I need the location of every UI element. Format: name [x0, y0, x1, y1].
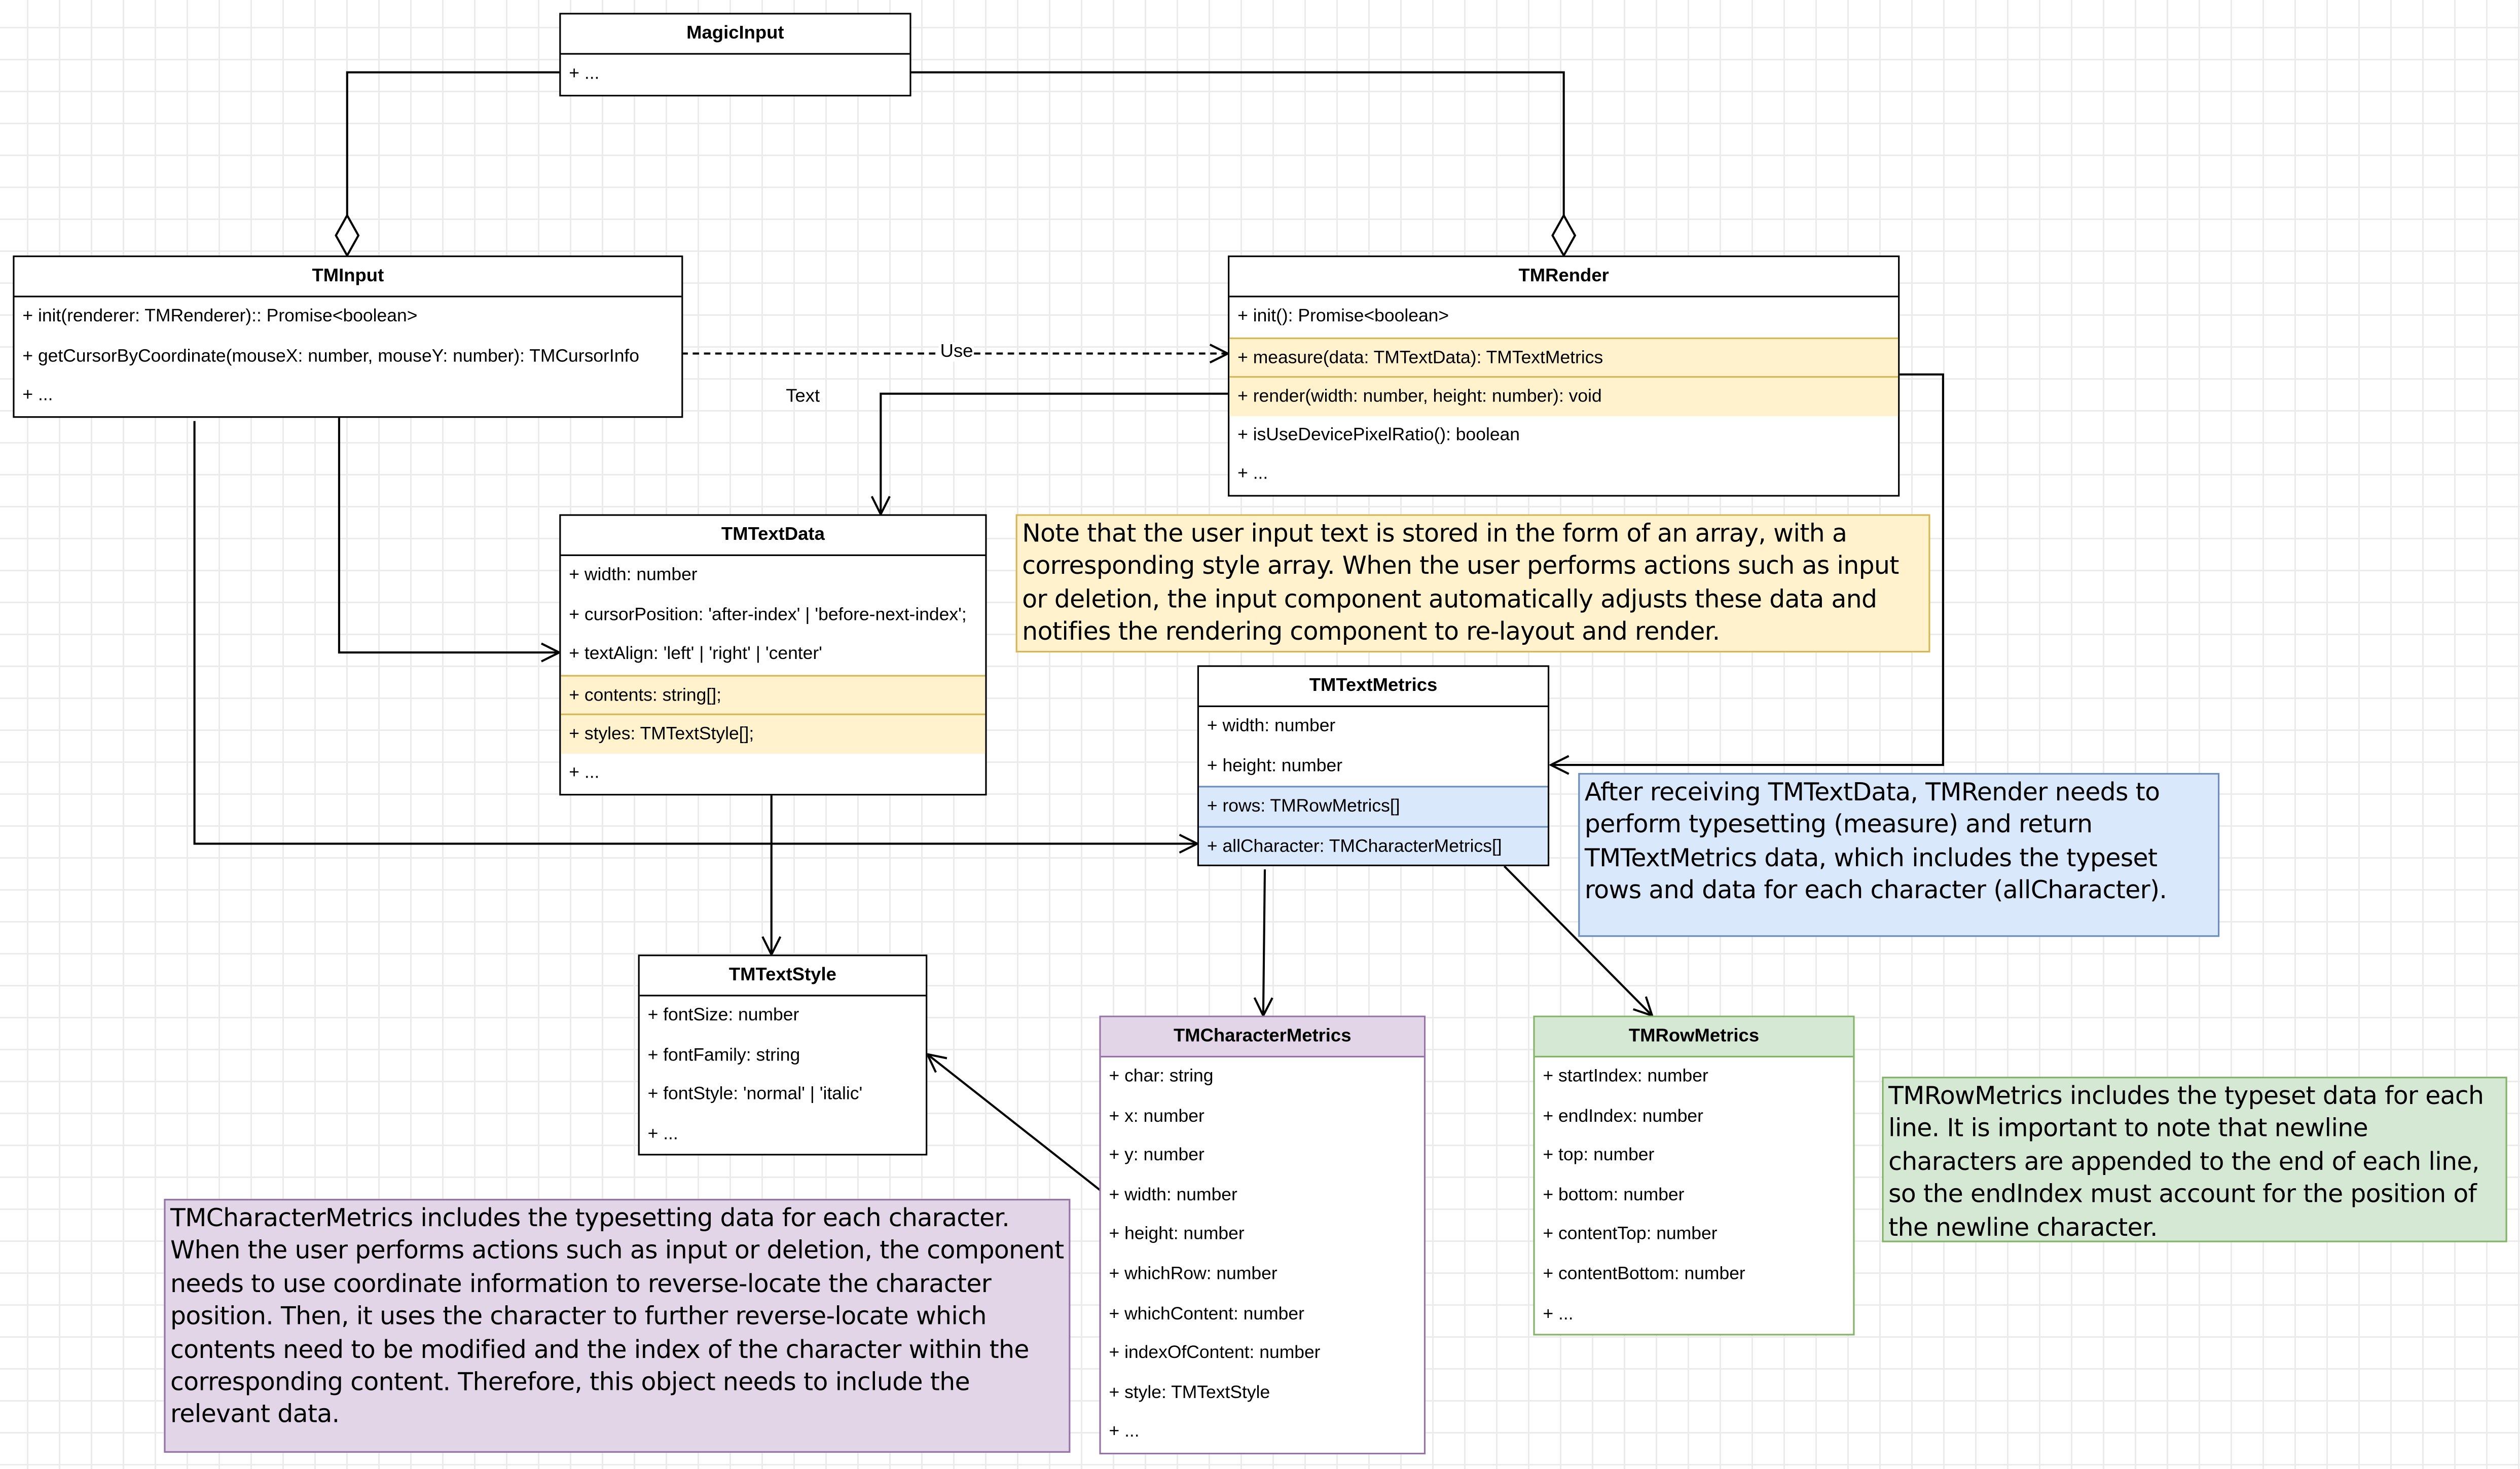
edge-label-use: Use [938, 342, 975, 362]
class-member-highlighted: + allCharacter: TMCharacterMetrics[] [1199, 825, 1548, 865]
class-member: + fontSize: number [647, 1006, 799, 1025]
class-member: + contentBottom: number [1543, 1264, 1745, 1284]
class-member-highlighted: + styles: TMTextStyle[]; [561, 714, 985, 754]
class-member: + startIndex: number [1543, 1067, 1708, 1087]
class-title: TMTextData [561, 516, 985, 556]
class-member: + y: number [1109, 1146, 1204, 1166]
class-member: + whichRow: number [1109, 1264, 1277, 1284]
class-member: + contentTop: number [1543, 1225, 1718, 1245]
class-title: TMTextStyle [639, 956, 926, 997]
edge-label-text: Text [786, 387, 820, 407]
class-member: + ... [1543, 1304, 1574, 1324]
class-member: + whichContent: number [1109, 1304, 1304, 1324]
aggregation-magicinput-tminput [346, 71, 561, 215]
class-tmtextstyle[interactable]: TMTextStyle + fontSize: number + fontFam… [638, 954, 928, 1156]
class-member: + textAlign: 'left' | 'right' | 'center' [569, 644, 822, 664]
class-member: + bottom: number [1543, 1185, 1685, 1205]
class-member: + init(renderer: TMRenderer):: Promise<b… [22, 307, 418, 326]
class-member: + init(): Promise<boolean> [1237, 307, 1449, 326]
class-member: + ... [569, 64, 600, 84]
class-member: + ... [647, 1124, 678, 1144]
class-title: TMCharacterMetrics [1101, 1017, 1424, 1058]
class-member-highlighted: + contents: string[]; [561, 674, 985, 714]
note-typesetting: After receiving TMTextData, TMRender nee… [1578, 773, 2220, 937]
class-member-highlighted: + render(width: number, height: number):… [1229, 376, 1898, 416]
class-tmtextmetrics[interactable]: TMTextMetrics + width: number + height: … [1197, 665, 1550, 867]
class-title: TMTextMetrics [1199, 667, 1548, 707]
class-member: + width: number [569, 565, 698, 585]
class-member: + ... [1237, 465, 1268, 485]
note-character-metrics: TMCharacterMetrics includes the typesett… [164, 1199, 1071, 1453]
class-member: + height: number [1109, 1225, 1245, 1245]
class-title: MagicInput [561, 15, 910, 55]
uml-class-diagram: MagicInput + ... TMInput + init(renderer… [0, 0, 2520, 1469]
class-member: + getCursorByCoordinate(mouseX: number, … [22, 346, 640, 366]
note-row-metrics: TMRowMetrics includes the typeset data f… [1882, 1077, 2507, 1242]
association-character-style [927, 1054, 1102, 1192]
class-title: TMInput [14, 257, 682, 298]
class-member: + cursorPosition: 'after-index' | 'befor… [569, 605, 967, 625]
class-member: + fontFamily: string [647, 1045, 800, 1065]
note-text-storage: Note that the user input text is stored … [1015, 514, 1930, 653]
class-member: + x: number [1109, 1107, 1204, 1126]
class-member: + isUseDevicePixelRatio(): boolean [1237, 425, 1520, 445]
class-member-highlighted: + rows: TMRowMetrics[] [1199, 786, 1548, 826]
class-member: + char: string [1109, 1067, 1214, 1087]
class-member: + indexOfContent: number [1109, 1343, 1321, 1363]
association-render-textdata [881, 392, 1230, 515]
class-member: + top: number [1543, 1146, 1655, 1166]
aggregation-magicinput-tmrender [909, 71, 1565, 215]
class-member: + width: number [1207, 716, 1336, 736]
class-title: TMRender [1229, 257, 1898, 298]
class-tmtextdata[interactable]: TMTextData + width: number + cursorPosit… [559, 514, 987, 795]
class-member: + fontStyle: 'normal' | 'italic' [647, 1085, 863, 1105]
association-metrics-character [1263, 869, 1265, 1015]
aggregation-diamond-tmrender [1551, 213, 1577, 258]
class-member: + endIndex: number [1543, 1107, 1703, 1126]
class-tmrender[interactable]: TMRender + init(): Promise<boolean> + me… [1228, 255, 1900, 497]
class-member: + ... [1109, 1422, 1140, 1442]
class-title: TMRowMetrics [1535, 1017, 1853, 1058]
class-member: + ... [22, 386, 53, 406]
class-magicinput[interactable]: MagicInput + ... [559, 13, 911, 96]
class-member-highlighted: + measure(data: TMTextData): TMTextMetri… [1229, 337, 1898, 377]
class-member: + style: TMTextStyle [1109, 1383, 1270, 1403]
association-input-textdata [338, 414, 559, 652]
class-member: + height: number [1207, 756, 1343, 776]
class-member: + width: number [1109, 1185, 1237, 1205]
class-tmrowmetrics[interactable]: TMRowMetrics + startIndex: number + endI… [1533, 1015, 1855, 1336]
class-member: + ... [569, 763, 600, 783]
class-tminput[interactable]: TMInput + init(renderer: TMRenderer):: P… [13, 255, 683, 418]
aggregation-diamond-tminput [335, 213, 360, 258]
class-tmcharactermetrics[interactable]: TMCharacterMetrics + char: string + x: n… [1099, 1015, 1426, 1454]
